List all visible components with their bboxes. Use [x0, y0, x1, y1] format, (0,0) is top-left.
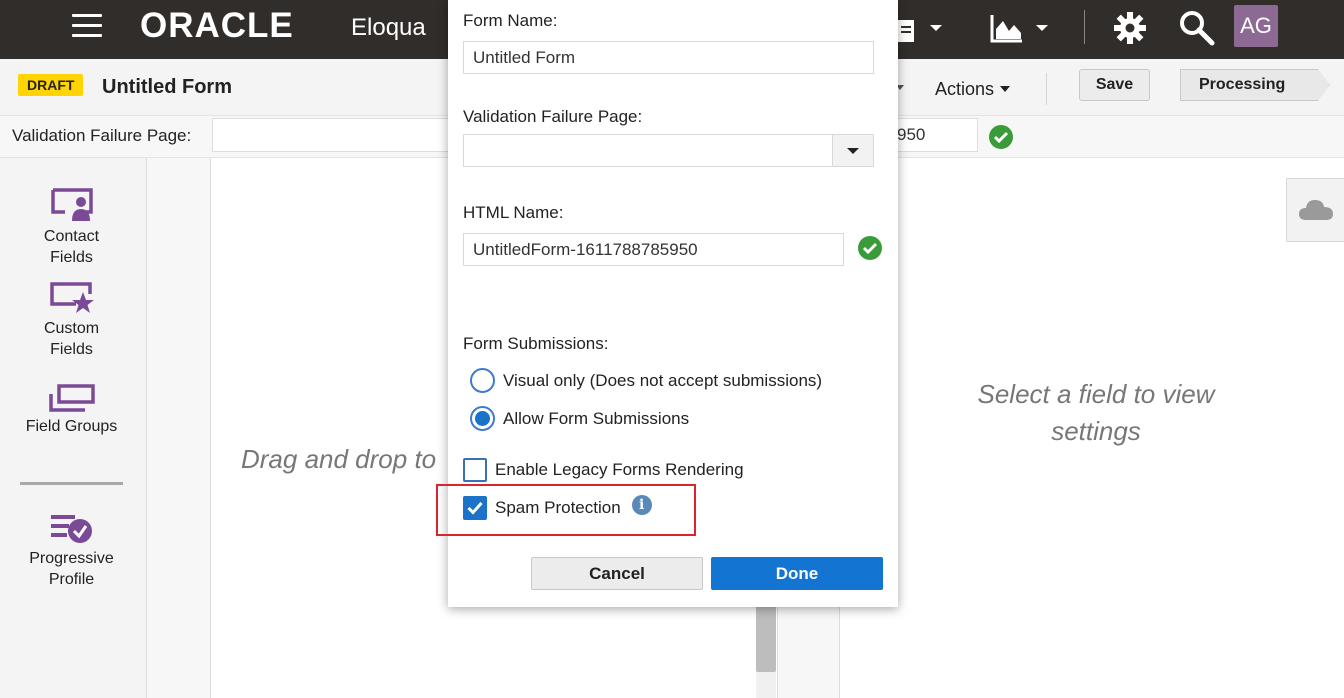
- progressive-profile-icon: [50, 515, 92, 543]
- radio-visual-only[interactable]: Visual only (Does not accept submissions…: [470, 368, 822, 393]
- settings-button[interactable]: [1113, 8, 1147, 48]
- sidebar-item-progressive-profile[interactable]: Progressive Profile: [0, 512, 143, 590]
- form-submissions-label: Form Submissions:: [463, 334, 609, 353]
- cloud-icon: [1298, 200, 1333, 220]
- processing-step[interactable]: Processing: [1180, 69, 1330, 101]
- search-button[interactable]: [1179, 8, 1215, 48]
- chevron-down-icon: [847, 147, 859, 154]
- settings-placeholder: Select a field to view settings: [840, 376, 1344, 450]
- search-icon: [1180, 11, 1215, 46]
- gear-icon: [1114, 12, 1146, 44]
- sidebar-item-label: Field Groups: [25, 418, 118, 435]
- actions-menu[interactable]: Actions: [935, 79, 1011, 100]
- document-menu[interactable]: [898, 8, 942, 48]
- chart-icon: [990, 15, 1022, 43]
- settings-placeholder-line: Select a field to view: [977, 379, 1215, 409]
- cloud-tab[interactable]: [1286, 178, 1344, 242]
- sidebar-item-label: Custom: [43, 320, 100, 337]
- validation-failure-select[interactable]: [463, 134, 874, 167]
- contact-fields-icon: [50, 188, 93, 221]
- sidebar-item-label: Fields: [50, 249, 93, 266]
- sidebar-item-label: Contact: [43, 228, 100, 245]
- divider: [1084, 10, 1085, 44]
- settings-placeholder-line: settings: [1051, 416, 1141, 446]
- sidebar-item-label: Profile: [48, 571, 95, 588]
- custom-fields-icon: [49, 282, 94, 313]
- save-button[interactable]: Save: [1079, 69, 1150, 101]
- validation-failure-label: Validation Failure Page:: [12, 126, 192, 145]
- legacy-forms-option[interactable]: Enable Legacy Forms Rendering: [463, 458, 744, 482]
- avatar[interactable]: AG: [1234, 5, 1278, 47]
- html-name-input[interactable]: [463, 233, 844, 266]
- check-icon: [989, 125, 1013, 149]
- check-icon: [858, 236, 882, 260]
- chevron-down-icon: [930, 25, 942, 31]
- highlight-box: [436, 484, 696, 536]
- page-title: Untitled Form: [102, 76, 232, 98]
- sidebar-divider: [20, 482, 123, 485]
- sidebar-item-custom-fields[interactable]: Custom Fields: [0, 282, 143, 360]
- sidebar-item-label: Fields: [50, 341, 93, 358]
- dropdown-button[interactable]: [832, 135, 873, 166]
- document-icon: [898, 20, 914, 42]
- actions-label: Actions: [935, 79, 995, 99]
- sidebar-item-contact-fields[interactable]: Contact Fields: [0, 188, 143, 268]
- sidebar-item-label: Progressive: [29, 550, 114, 567]
- field-groups-icon: [48, 384, 95, 412]
- radio-label: Allow Form Submissions: [503, 408, 690, 428]
- analytics-menu[interactable]: [990, 8, 1048, 48]
- done-button[interactable]: Done: [711, 557, 883, 590]
- radio-label: Visual only (Does not accept submissions…: [503, 370, 823, 390]
- validation-failure-label: Validation Failure Page:: [463, 107, 643, 126]
- chevron-down-icon: [1036, 25, 1048, 31]
- radio-button[interactable]: [470, 406, 495, 431]
- form-name-label: Form Name:: [463, 11, 558, 30]
- sidebar-item-field-groups[interactable]: Field Groups: [0, 384, 143, 437]
- status-badge: DRAFT: [18, 74, 84, 96]
- legacy-forms-checkbox[interactable]: [463, 458, 487, 482]
- form-name-input[interactable]: [463, 41, 874, 74]
- radio-allow-submissions[interactable]: Allow Form Submissions: [470, 406, 689, 431]
- scrollbar-thumb[interactable]: [756, 600, 776, 672]
- checkbox-label: Enable Legacy Forms Rendering: [495, 460, 744, 479]
- field-palette-sidebar: Contact Fields Custom Fields Field Group…: [0, 158, 147, 698]
- oracle-logo: ORACLE: [140, 6, 294, 45]
- product-name: Eloqua: [351, 14, 426, 41]
- menu-icon[interactable]: [72, 14, 102, 40]
- field-settings-panel: Select a field to view settings: [840, 158, 1344, 698]
- radio-button[interactable]: [470, 368, 495, 393]
- chevron-down-icon: [1000, 86, 1011, 92]
- canvas-placeholder: Drag and drop to: [241, 444, 437, 474]
- cancel-button[interactable]: Cancel: [531, 557, 703, 590]
- validation-failure-input[interactable]: [212, 118, 452, 152]
- html-name-field[interactable]: 950: [890, 118, 978, 152]
- divider: [1046, 73, 1047, 105]
- form-settings-dialog: Form Name: Validation Failure Page: HTML…: [436, 0, 898, 607]
- html-name-label: HTML Name:: [463, 203, 564, 222]
